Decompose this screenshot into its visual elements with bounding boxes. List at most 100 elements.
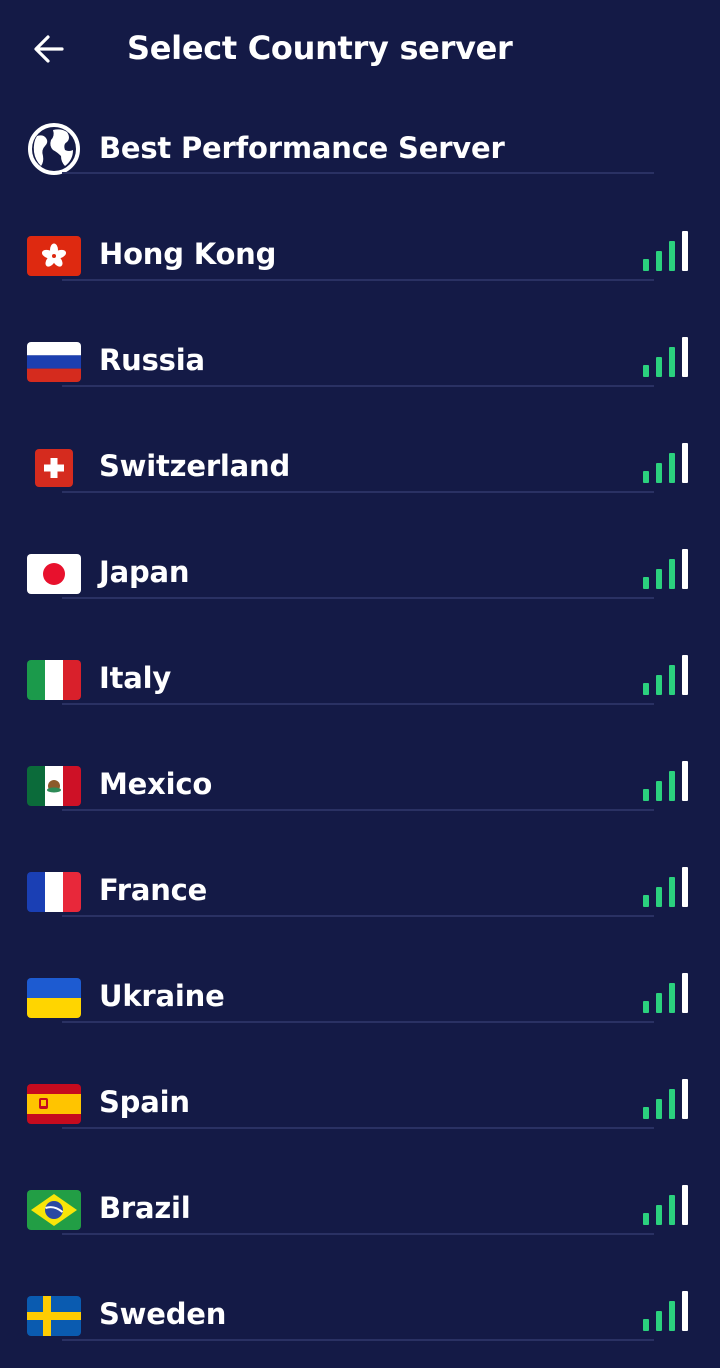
signal-bar [682,443,688,483]
signal-bar [682,1079,688,1119]
signal-bar [643,1319,649,1331]
country-item-japan[interactable]: Japan [0,520,720,626]
ru-flag-icon [27,342,81,382]
signal-bar [669,877,675,907]
signal-bar [682,1291,688,1331]
divider [62,1021,654,1023]
divider [62,1233,654,1235]
signal-strength-icon [643,231,689,271]
divider [62,703,654,705]
country-name: Sweden [99,1297,227,1331]
country-server-screen: Select Country server Best Performance S… [0,0,720,1344]
signal-bar [656,781,662,801]
signal-bar [643,1001,649,1013]
signal-bar [669,1195,675,1225]
signal-bar [682,1185,688,1225]
signal-bar [643,577,649,589]
divider [62,809,654,811]
signal-strength-icon [643,549,689,589]
country-item-ukraine[interactable]: Ukraine [0,944,720,1050]
signal-strength-icon [643,1079,689,1119]
signal-bar [682,867,688,907]
divider [62,1339,654,1341]
signal-bar [643,1213,649,1225]
country-item-spain[interactable]: Spain [0,1050,720,1156]
signal-bar [643,895,649,907]
country-name: Japan [99,555,190,589]
signal-strength-icon [643,1291,689,1331]
country-name: Ukraine [99,979,225,1013]
signal-bar [669,1089,675,1119]
country-item-sweden[interactable]: Sweden [0,1262,720,1368]
country-item-russia[interactable]: Russia [0,308,720,414]
signal-bar [669,1301,675,1331]
best-performance-label: Best Performance Server [99,131,505,165]
back-button[interactable] [26,26,72,72]
signal-bar [656,887,662,907]
signal-bar [643,1107,649,1119]
signal-bar [643,683,649,695]
signal-bar [669,771,675,801]
signal-bar [669,559,675,589]
signal-bar [682,655,688,695]
country-name: Russia [99,343,205,377]
it-flag-icon [27,660,81,700]
jp-flag-icon [27,554,81,594]
divider [62,279,654,281]
country-name: Mexico [99,767,213,801]
signal-bar [669,453,675,483]
country-name: France [99,873,208,907]
globe-icon [28,123,80,175]
signal-bar [656,463,662,483]
signal-bar [643,259,649,271]
signal-strength-icon [643,337,689,377]
signal-strength-icon [643,867,689,907]
signal-bar [643,789,649,801]
divider [62,1127,654,1129]
app-header: Select Country server [0,0,720,96]
divider [62,597,654,599]
signal-strength-icon [643,973,689,1013]
signal-bar [682,973,688,1013]
country-item-france[interactable]: France [0,838,720,944]
mx-flag-icon [27,766,81,806]
signal-bar [682,761,688,801]
signal-bar [656,251,662,271]
se-flag-icon [27,1296,81,1336]
signal-strength-icon [643,443,689,483]
signal-bar [669,983,675,1013]
arrow-left-icon [34,35,64,63]
signal-strength-icon [643,655,689,695]
signal-bar [669,241,675,271]
country-name: Spain [99,1085,190,1119]
country-name: Italy [99,661,172,695]
signal-bar [643,365,649,377]
ch-flag-icon [27,448,81,488]
signal-bar [656,993,662,1013]
signal-strength-icon [643,761,689,801]
signal-bar [669,347,675,377]
country-item-mexico[interactable]: Mexico [0,732,720,838]
br-flag-icon [27,1190,81,1230]
signal-bar [656,357,662,377]
divider [62,385,654,387]
signal-bar [682,231,688,271]
country-name: Switzerland [99,449,291,483]
hk-flag-icon [27,236,81,276]
page-title: Select Country server [127,29,513,67]
country-item-brazil[interactable]: Brazil [0,1156,720,1262]
signal-strength-icon [643,1185,689,1225]
signal-bar [682,337,688,377]
signal-bar [643,471,649,483]
divider [62,172,654,174]
signal-bar [656,569,662,589]
country-name: Hong Kong [99,237,277,271]
ua-flag-icon [27,978,81,1018]
divider [62,915,654,917]
signal-bar [682,549,688,589]
country-item-switzerland[interactable]: Switzerland [0,414,720,520]
signal-bar [656,1099,662,1119]
country-item-hong-kong[interactable]: Hong Kong [0,202,720,308]
best-performance-server-item[interactable]: Best Performance Server [0,96,720,202]
country-item-italy[interactable]: Italy [0,626,720,732]
